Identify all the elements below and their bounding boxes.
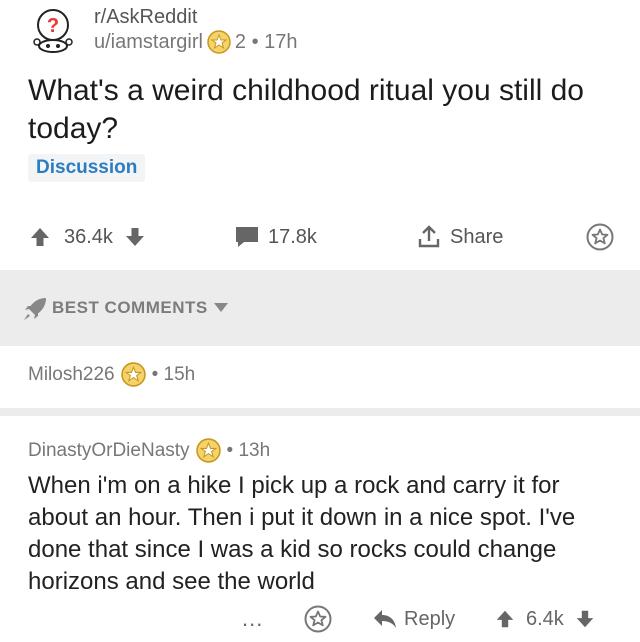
subreddit-name[interactable]: r/AskReddit [94, 6, 197, 29]
upvote-icon[interactable] [494, 608, 516, 630]
comments-button[interactable]: 17.8k [234, 222, 317, 252]
comment-time: • 13h [226, 439, 271, 461]
subreddit-avatar-icon[interactable]: ? [30, 8, 76, 54]
post-meta: u/iamstargirl 2 • 17h [94, 30, 298, 54]
comment-divider [0, 408, 640, 416]
post-title[interactable]: What's a weird childhood ritual you stil… [28, 72, 608, 148]
share-icon [416, 224, 442, 250]
reply-label: Reply [404, 607, 456, 630]
comment-meta: Milosh226 • 15h [28, 362, 195, 387]
comment-time: • 15h [151, 363, 196, 385]
comment-icon [234, 225, 260, 249]
comment-author[interactable]: Milosh226 [28, 364, 115, 386]
sort-label: BEST COMMENTS [52, 298, 208, 317]
comment-vote-group: 6.4k [494, 604, 596, 634]
svg-text:?: ? [47, 15, 59, 37]
caret-down-icon [213, 303, 228, 313]
sort-dropdown[interactable]: BEST COMMENTS [52, 298, 228, 318]
comment-author[interactable]: DinastyOrDieNasty [28, 440, 190, 462]
award-badge-icon [120, 362, 146, 387]
comment-body: When i'm on a hike I pick up a rock and … [28, 472, 576, 595]
comment-score: 6.4k [526, 607, 564, 630]
share-button[interactable]: Share [416, 222, 503, 252]
award-badge-icon [207, 30, 231, 54]
upvote-icon[interactable] [28, 225, 52, 249]
reply-button[interactable]: Reply [372, 604, 455, 634]
post-karma-time: 2 • 17h [234, 30, 298, 53]
share-label: Share [450, 225, 504, 248]
post-flair[interactable]: Discussion [28, 154, 146, 182]
more-icon[interactable]: ... [242, 604, 263, 634]
comment-meta: DinastyOrDieNasty • 13h [28, 438, 270, 463]
save-icon[interactable] [304, 604, 332, 634]
reply-icon [372, 608, 398, 630]
downvote-icon[interactable] [123, 225, 147, 249]
save-icon[interactable] [586, 222, 614, 252]
award-badge-icon [195, 438, 221, 463]
vote-group: 36.4k [28, 222, 147, 252]
comment-count: 17.8k [268, 225, 317, 248]
post-score: 36.4k [64, 225, 113, 248]
rocket-icon [22, 296, 48, 322]
downvote-icon[interactable] [574, 608, 596, 630]
author-name[interactable]: u/iamstargirl [94, 31, 203, 54]
